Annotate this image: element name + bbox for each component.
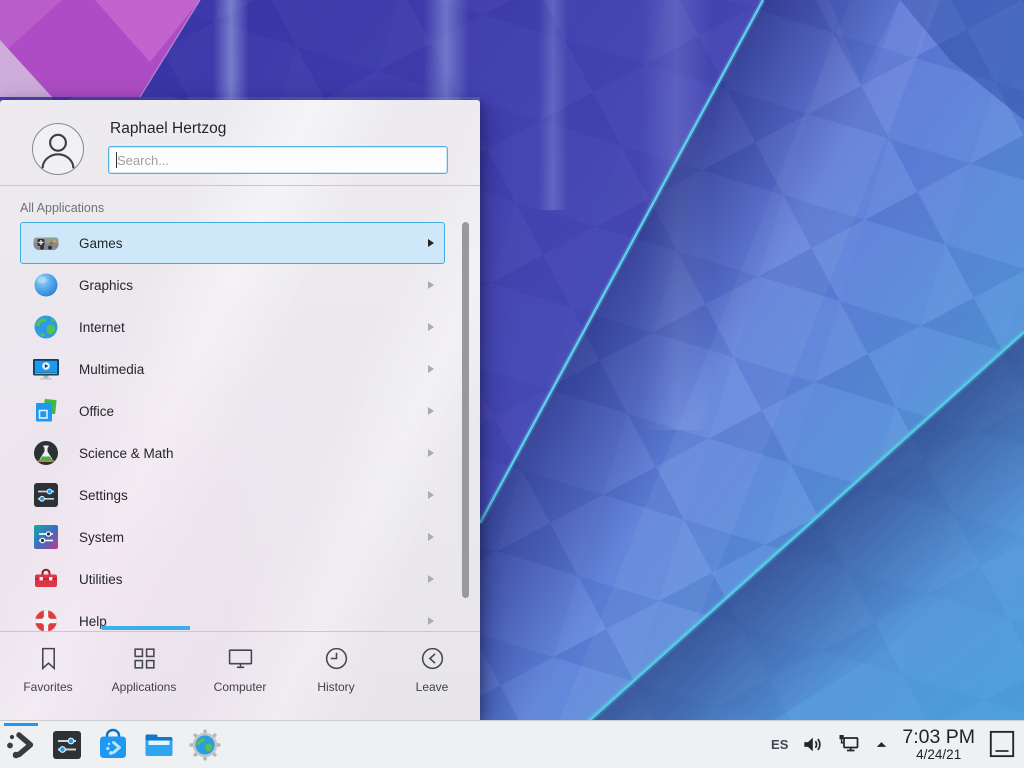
search-input[interactable]	[108, 146, 448, 174]
tab-computer[interactable]: Computer	[192, 632, 288, 720]
text-caret	[116, 152, 117, 168]
leave-circle-icon	[419, 645, 446, 672]
category-label: Games	[79, 236, 123, 251]
search-field-wrap	[108, 146, 448, 174]
tab-label: Favorites	[23, 680, 72, 694]
tab-label: Leave	[416, 680, 449, 694]
keyboard-layout-indicator[interactable]: ES	[771, 737, 788, 752]
tab-applications[interactable]: Applications	[96, 632, 192, 720]
expand-tray-caret-icon[interactable]	[874, 737, 889, 752]
monitor-icon	[227, 645, 254, 672]
submenu-arrow-icon	[428, 533, 434, 541]
network-icon[interactable]	[837, 732, 861, 756]
flask-icon	[32, 439, 60, 467]
launcher-tabbar: Favorites Applications Computer	[0, 632, 480, 720]
app-launcher-button[interactable]	[2, 723, 40, 767]
category-label: Settings	[79, 488, 128, 503]
list-scrollbar[interactable]	[462, 222, 469, 598]
category-settings[interactable]: Settings	[20, 474, 445, 516]
toolbox-icon	[32, 565, 60, 593]
submenu-arrow-icon	[428, 617, 434, 625]
globe-icon	[32, 313, 60, 341]
kde-launcher-icon	[4, 728, 38, 762]
gamepad-icon	[32, 229, 60, 257]
clock-time: 7:03 PM	[902, 727, 975, 747]
sliders-color-icon	[32, 523, 60, 551]
tab-leave[interactable]: Leave	[384, 632, 480, 720]
taskbar-apps	[0, 723, 224, 767]
clock-icon	[323, 645, 350, 672]
submenu-arrow-icon	[428, 575, 434, 583]
tab-label: Computer	[214, 680, 267, 694]
category-label: Utilities	[79, 572, 123, 587]
clock-date: 4/24/21	[902, 748, 975, 762]
category-internet[interactable]: Internet	[20, 306, 445, 348]
bookmark-icon	[35, 645, 62, 672]
app-grid-icon	[131, 645, 158, 672]
category-utilities[interactable]: Utilities	[20, 558, 445, 600]
discover-bag-icon	[96, 728, 130, 762]
category-office[interactable]: Office	[20, 390, 445, 432]
submenu-arrow-icon	[428, 281, 434, 289]
category-system[interactable]: System	[20, 516, 445, 558]
media-monitor-icon	[32, 355, 60, 383]
tab-label: Applications	[112, 680, 177, 694]
show-desktop-button[interactable]	[988, 728, 1016, 760]
blue-folder-icon	[142, 728, 176, 762]
category-label: Internet	[79, 320, 125, 335]
category-label: Office	[79, 404, 114, 419]
launcher-header: Raphael Hertzog	[0, 100, 480, 186]
system-tray: ES 7:03 PM 4/24/21	[771, 727, 1024, 762]
taskbar: ES 7:03 PM 4/24/21	[0, 720, 1024, 768]
category-label: Graphics	[79, 278, 133, 293]
tab-label: History	[317, 680, 354, 694]
submenu-arrow-icon	[428, 449, 434, 457]
category-graphics[interactable]: Graphics	[20, 264, 445, 306]
desktop: Raphael Hertzog All Applications Games	[0, 0, 1024, 768]
sliders-dark-icon	[32, 481, 60, 509]
volume-icon[interactable]	[801, 733, 824, 756]
submenu-arrow-icon	[428, 407, 434, 415]
clock[interactable]: 7:03 PM 4/24/21	[902, 727, 975, 762]
category-label: Science & Math	[79, 446, 174, 461]
active-task-indicator	[4, 723, 38, 726]
file-manager-button[interactable]	[140, 723, 178, 767]
tab-history[interactable]: History	[288, 632, 384, 720]
tab-favorites[interactable]: Favorites	[0, 632, 96, 720]
category-help[interactable]: Help	[20, 600, 445, 632]
globe-gear-icon	[188, 728, 222, 762]
system-settings-button[interactable]	[48, 723, 86, 767]
category-multimedia[interactable]: Multimedia	[20, 348, 445, 390]
documents-icon	[32, 397, 60, 425]
category-list: Games Graphics	[0, 222, 480, 632]
discover-button[interactable]	[94, 723, 132, 767]
paint-sphere-icon	[32, 271, 60, 299]
user-avatar-icon[interactable]	[32, 123, 84, 175]
submenu-arrow-icon	[428, 323, 434, 331]
active-tab-indicator	[102, 626, 190, 630]
lifebuoy-icon	[32, 607, 60, 632]
category-label: Multimedia	[79, 362, 144, 377]
category-games[interactable]: Games	[20, 222, 445, 264]
submenu-arrow-icon	[428, 365, 434, 373]
system-settings-icon	[50, 728, 84, 762]
user-name: Raphael Hertzog	[110, 120, 226, 138]
web-browser-button[interactable]	[186, 723, 224, 767]
category-label: System	[79, 530, 124, 545]
submenu-arrow-icon	[428, 491, 434, 499]
category-science-math[interactable]: Science & Math	[20, 432, 445, 474]
application-launcher-menu: Raphael Hertzog All Applications Games	[0, 100, 480, 720]
submenu-arrow-icon	[428, 239, 434, 247]
section-label: All Applications	[20, 201, 104, 215]
